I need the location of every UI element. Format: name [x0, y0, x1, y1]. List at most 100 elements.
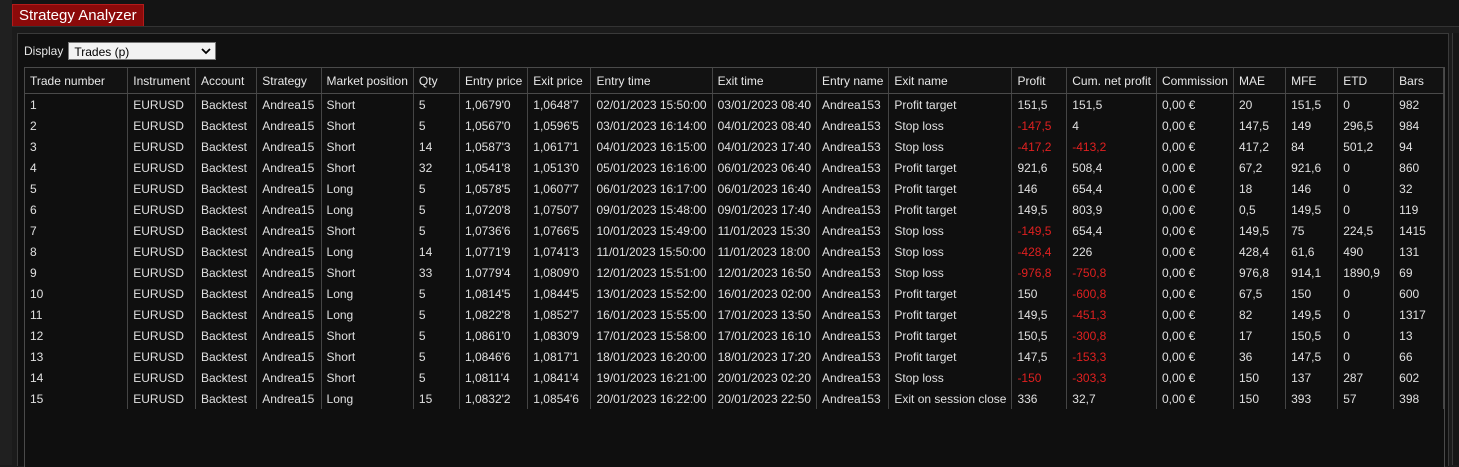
table-cell: 1,0844'5: [527, 283, 592, 304]
table-cell: 4: [25, 157, 129, 178]
column-header[interactable]: Profit: [1011, 68, 1068, 94]
column-header[interactable]: Account: [195, 68, 258, 94]
table-cell: Exit on session close: [888, 388, 1013, 409]
table-cell: -600,8: [1066, 283, 1157, 304]
table-cell: Backtest: [195, 367, 258, 388]
table-cell: EURUSD: [127, 304, 196, 325]
table-cell: Short: [321, 220, 414, 241]
table-cell: 146: [1011, 178, 1068, 199]
table-row[interactable]: 4 EURUSD Backtest Andrea15 Short 32 1,0541'8 1,…: [25, 157, 1444, 178]
table-cell: Backtest: [195, 262, 258, 283]
table-row[interactable]: 6 EURUSD Backtest Andrea15 Long 5 1,0720'8 1,07…: [25, 199, 1444, 220]
table-cell: 860: [1393, 157, 1444, 178]
table-cell: 1,0607'7: [527, 178, 592, 199]
table-cell: 1,0513'0: [527, 157, 592, 178]
table-row[interactable]: 1 EURUSD Backtest Andrea15 Short 5 1,0679'0 1,0…: [25, 93, 1444, 115]
column-header[interactable]: Cum. net profit: [1066, 68, 1157, 94]
table-cell: 66: [1393, 346, 1444, 367]
column-header[interactable]: Entry name: [816, 68, 890, 94]
table-cell: Andrea153: [816, 283, 890, 304]
strategy-analyzer-panel: Display Trades (p) Trade number Instrumen…: [17, 33, 1449, 467]
table-cell: 1,0830'9: [527, 325, 592, 346]
table-cell: 15: [413, 388, 460, 409]
column-header[interactable]: Entry time: [590, 68, 713, 94]
table-cell: 0,00 €: [1156, 388, 1234, 409]
table-row[interactable]: 9 EURUSD Backtest Andrea15 Short 33 1,0779'4 1,…: [25, 262, 1444, 283]
table-cell: 398: [1393, 388, 1444, 409]
table-cell: 15: [25, 388, 129, 409]
table-cell: 0,00 €: [1156, 325, 1234, 346]
table-cell: 10/01/2023 15:49:00: [590, 220, 713, 241]
table-cell: Short: [321, 136, 414, 157]
table-cell: 490: [1337, 241, 1395, 262]
table-cell: 0: [1337, 304, 1395, 325]
column-header[interactable]: Qty: [413, 68, 460, 94]
table-cell: 9: [25, 262, 129, 283]
table-cell: Backtest: [195, 115, 258, 136]
table-row[interactable]: 15 EURUSD Backtest Andrea15 Long 15 1,0832'2 1,…: [25, 388, 1444, 409]
column-header[interactable]: MAE: [1233, 68, 1287, 94]
table-cell: EURUSD: [127, 157, 196, 178]
table-cell: Long: [321, 241, 414, 262]
column-header[interactable]: Trade number: [25, 68, 129, 94]
right-edge-panel: [1452, 33, 1459, 465]
table-row[interactable]: 5 EURUSD Backtest Andrea15 Long 5 1,0578'5 1,06…: [25, 178, 1444, 199]
table-cell: 13/01/2023 15:52:00: [590, 283, 713, 304]
table-cell: 6: [25, 199, 129, 220]
table-cell: 1,0809'0: [527, 262, 592, 283]
table-cell: 67,5: [1233, 283, 1287, 304]
column-header[interactable]: Entry price: [459, 68, 529, 94]
column-header[interactable]: Strategy: [256, 68, 322, 94]
column-header[interactable]: ETD: [1337, 68, 1395, 94]
table-row[interactable]: 12 EURUSD Backtest Andrea15 Short 5 1,0861'0 1,…: [25, 325, 1444, 346]
table-cell: 226: [1066, 241, 1157, 262]
table-row[interactable]: 11 EURUSD Backtest Andrea15 Long 5 1,0822'8 1,0…: [25, 304, 1444, 325]
table-cell: 94: [1393, 136, 1444, 157]
table-cell: Profit target: [888, 157, 1013, 178]
table-cell: -147,5: [1011, 115, 1068, 136]
column-header[interactable]: Bars: [1393, 68, 1444, 94]
table-cell: -451,3: [1066, 304, 1157, 325]
display-select[interactable]: Trades (p): [68, 42, 217, 60]
table-cell: Andrea15: [256, 178, 322, 199]
table-cell: 5: [413, 115, 460, 136]
table-cell: 508,4: [1066, 157, 1157, 178]
table-cell: 602: [1393, 367, 1444, 388]
table-cell: 921,6: [1285, 157, 1339, 178]
column-header[interactable]: Exit name: [888, 68, 1013, 94]
table-cell: EURUSD: [127, 220, 196, 241]
column-header[interactable]: Market position: [321, 68, 414, 94]
table-cell: 13: [1393, 325, 1444, 346]
table-cell: 1,0750'7: [527, 199, 592, 220]
table-cell: 61,6: [1285, 241, 1339, 262]
column-header[interactable]: Instrument: [127, 68, 196, 94]
table-cell: Backtest: [195, 241, 258, 262]
trades-grid[interactable]: Trade number Instrument Account Strategy Mar…: [24, 67, 1445, 467]
table-cell: 1,0822'8: [459, 304, 529, 325]
table-row[interactable]: 8 EURUSD Backtest Andrea15 Long 14 1,0771'9 1,0…: [25, 241, 1444, 262]
table-row[interactable]: 14 EURUSD Backtest Andrea15 Short 5 1,0811'4 1,…: [25, 367, 1444, 388]
left-edge-strip: [0, 0, 12, 465]
column-header[interactable]: Commission: [1156, 68, 1234, 94]
table-row[interactable]: 13 EURUSD Backtest Andrea15 Short 5 1,0846'6 1,…: [25, 346, 1444, 367]
table-row[interactable]: 7 EURUSD Backtest Andrea15 Short 5 1,0736'6 1,0…: [25, 220, 1444, 241]
column-header[interactable]: Exit price: [527, 68, 592, 94]
table-cell: 150: [1011, 283, 1068, 304]
table-cell: 04/01/2023 08:40: [712, 115, 818, 136]
table-cell: EURUSD: [127, 178, 196, 199]
table-cell: 18/01/2023 16:20:00: [590, 346, 713, 367]
table-cell: Andrea153: [816, 388, 890, 409]
table-cell: Andrea15: [256, 157, 322, 178]
table-cell: 921,6: [1011, 157, 1068, 178]
table-cell: Profit target: [888, 93, 1013, 115]
table-row[interactable]: 2 EURUSD Backtest Andrea15 Short 5 1,0567'0 1,0…: [25, 115, 1444, 136]
table-cell: 5: [413, 325, 460, 346]
column-header[interactable]: Exit time: [712, 68, 818, 94]
window-title-tab[interactable]: Strategy Analyzer: [12, 4, 144, 26]
table-cell: 57: [1337, 388, 1395, 409]
table-row[interactable]: 3 EURUSD Backtest Andrea15 Short 14 1,0587'3 1,…: [25, 136, 1444, 157]
table-cell: Andrea153: [816, 178, 890, 199]
table-row[interactable]: 10 EURUSD Backtest Andrea15 Long 5 1,0814'5 1,0…: [25, 283, 1444, 304]
table-cell: -303,3: [1066, 367, 1157, 388]
column-header[interactable]: MFE: [1285, 68, 1339, 94]
